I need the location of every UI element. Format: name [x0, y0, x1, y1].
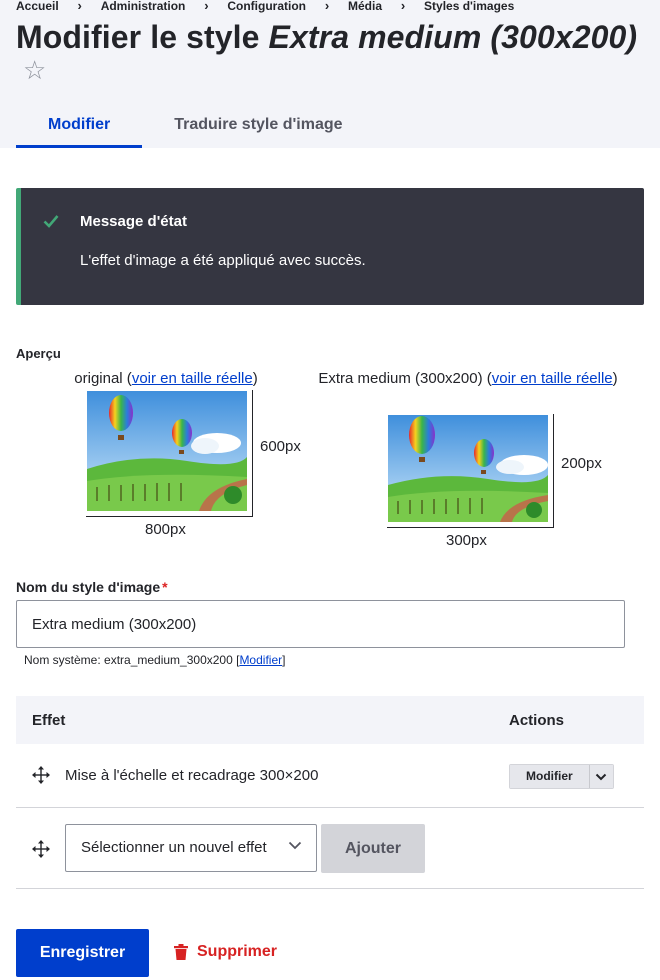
- save-button[interactable]: Enregistrer: [16, 929, 149, 977]
- breadcrumb-item-configuration[interactable]: Configuration: [227, 0, 306, 13]
- edit-effect-button[interactable]: Modifier: [510, 765, 589, 788]
- required-marker: *: [162, 579, 168, 595]
- style-name-input[interactable]: [16, 600, 625, 648]
- column-header-actions: Actions: [509, 712, 565, 729]
- tab-traduire[interactable]: Traduire style d'image: [142, 104, 374, 148]
- preview-label: Aperçu: [16, 346, 61, 361]
- dropbutton-toggle[interactable]: [588, 765, 613, 788]
- chevron-right-icon: ›: [400, 0, 406, 13]
- machine-name: Nom système: extra_medium_300x200 [Modif…: [24, 653, 286, 667]
- original-width-label: 800px: [145, 521, 186, 538]
- page-title-style-name: Extra medium (300x200): [268, 19, 638, 55]
- chevron-right-icon: ›: [324, 0, 330, 13]
- effect-name: Mise à l'échelle et recadrage 300×200: [65, 767, 319, 784]
- original-full-size-link[interactable]: voir en taille réelle: [132, 370, 253, 387]
- page-title-prefix: Modifier le style: [16, 19, 269, 55]
- balloon-landscape-image: [87, 391, 247, 511]
- chevron-right-icon: ›: [204, 0, 209, 13]
- new-effect-select[interactable]: Sélectionner un nouvel effet: [65, 824, 317, 872]
- breadcrumb-item-administration[interactable]: Administration: [101, 0, 186, 13]
- chevron-right-icon: ›: [77, 0, 82, 13]
- machine-name-edit-link[interactable]: Modifier: [239, 653, 282, 667]
- chevron-down-icon: [288, 841, 302, 850]
- drag-handle-icon[interactable]: [32, 840, 50, 858]
- original-caption: original (voir en taille réelle): [74, 370, 258, 387]
- status-title: Message d'état: [80, 213, 187, 230]
- derivative-height-label: 200px: [561, 455, 602, 472]
- checkmark-icon: [43, 215, 59, 228]
- breadcrumb: Accueil › Administration › Configuration…: [16, 0, 514, 13]
- derivative-full-size-link[interactable]: voir en taille réelle: [492, 370, 613, 387]
- page-title: Modifier le style Extra medium (300x200): [16, 17, 637, 57]
- table-row: Mise à l'échelle et recadrage 300×200 Mo…: [16, 744, 644, 808]
- table-row-new-effect: Sélectionner un nouvel effet Ajouter: [16, 808, 644, 889]
- effects-table-header: Effet Actions: [16, 696, 644, 744]
- chevron-down-icon: [595, 773, 607, 780]
- new-effect-select-value: Sélectionner un nouvel effet: [81, 839, 267, 856]
- status-text: L'effet d'image a été appliqué avec succ…: [80, 252, 366, 269]
- derivative-preview-image[interactable]: [388, 415, 548, 522]
- derivative-caption: Extra medium (300x200) (voir en taille r…: [318, 370, 618, 387]
- breadcrumb-item-image-styles[interactable]: Styles d'images: [424, 0, 514, 13]
- page-header: Accueil › Administration › Configuration…: [0, 0, 660, 148]
- trash-icon: [174, 944, 188, 960]
- original-height-label: 600px: [260, 438, 301, 455]
- drag-handle-icon[interactable]: [32, 766, 50, 784]
- effect-actions-dropbutton: Modifier: [509, 764, 614, 789]
- style-name-label: Nom du style d'image *: [16, 579, 168, 595]
- star-icon[interactable]: ☆: [23, 55, 46, 85]
- add-effect-button[interactable]: Ajouter: [321, 824, 425, 873]
- status-message: Message d'état L'effet d'image a été app…: [16, 188, 644, 305]
- breadcrumb-item-accueil[interactable]: Accueil: [16, 0, 59, 13]
- balloon-landscape-image: [388, 415, 548, 522]
- tabs: Modifier Traduire style d'image: [16, 104, 375, 148]
- derivative-width-label: 300px: [446, 532, 487, 549]
- delete-link[interactable]: Supprimer: [174, 943, 277, 961]
- original-preview-image[interactable]: [87, 391, 247, 511]
- delete-label: Supprimer: [197, 943, 278, 960]
- column-header-effect: Effet: [32, 712, 66, 729]
- tab-modifier[interactable]: Modifier: [16, 104, 143, 148]
- breadcrumb-item-media[interactable]: Média: [348, 0, 382, 13]
